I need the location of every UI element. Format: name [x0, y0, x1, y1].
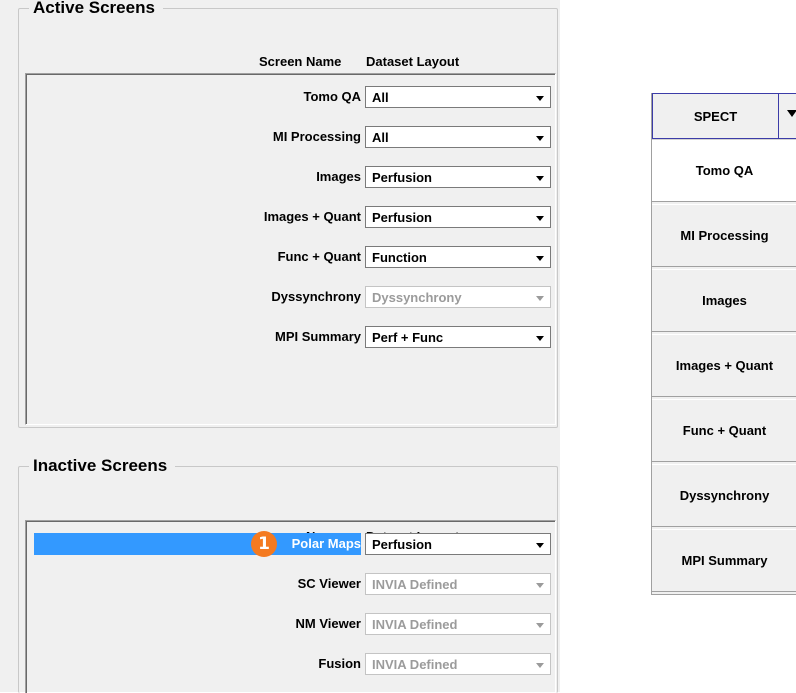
- dataset-layout-select[interactable]: Function: [365, 246, 551, 268]
- dataset-layout-value: All: [372, 90, 389, 105]
- screen-tabs-sidebar: SPECT Tomo QA MI Processing Images Images +…: [651, 93, 796, 595]
- tab-mpi-summary[interactable]: MPI Summary: [652, 529, 796, 592]
- inactive-screen-row[interactable]: Fusion INVIA Defined: [26, 651, 555, 677]
- dataset-layout-value: Dyssynchrony: [372, 290, 462, 305]
- modality-label: SPECT: [693, 108, 738, 124]
- chevron-down-icon[interactable]: [530, 207, 550, 227]
- dataset-layout-value: Perfusion: [372, 170, 432, 185]
- chevron-down-icon[interactable]: [530, 534, 550, 554]
- screen-config-panel: Active Screens Screen Name Dataset Layou…: [0, 0, 560, 693]
- active-screen-row[interactable]: Func + Quant Function: [26, 244, 555, 270]
- dataset-layout-select: INVIA Defined: [365, 613, 551, 635]
- screen-name-label: Func + Quant: [277, 249, 361, 264]
- screen-name-label: Tomo QA: [303, 89, 361, 104]
- chevron-down-icon[interactable]: [530, 247, 550, 267]
- dataset-layout-select: Dyssynchrony: [365, 286, 551, 308]
- chevron-down-icon: [530, 287, 550, 307]
- dataset-layout-value: Function: [372, 250, 427, 265]
- dataset-layout-value: INVIA Defined: [372, 617, 458, 632]
- active-screen-row[interactable]: MPI Summary Perf + Func: [26, 324, 555, 350]
- tab-mi-processing[interactable]: MI Processing: [652, 204, 796, 267]
- chevron-down-icon[interactable]: [787, 110, 796, 117]
- tab-dyssynchrony[interactable]: Dyssynchrony: [652, 464, 796, 527]
- modality-separator: [778, 94, 779, 138]
- chevron-down-icon[interactable]: [530, 127, 550, 147]
- dataset-layout-select[interactable]: Perfusion: [365, 166, 551, 188]
- screen-name-label: Images + Quant: [263, 209, 361, 224]
- dataset-layout-value: Perfusion: [372, 537, 432, 552]
- inactive-screen-row[interactable]: 1 Polar Maps Perfusion: [26, 531, 555, 557]
- dataset-layout-value: INVIA Defined: [372, 577, 458, 592]
- active-screen-row[interactable]: Tomo QA All: [26, 84, 555, 110]
- active-col-screen-name: Screen Name: [259, 54, 342, 69]
- dataset-layout-select[interactable]: All: [365, 126, 551, 148]
- screen-name-label: MI Processing: [272, 129, 361, 144]
- active-screen-row[interactable]: Images + Quant Perfusion: [26, 204, 555, 230]
- active-screens-title: Active Screens: [29, 0, 163, 19]
- active-screen-row[interactable]: Dyssynchrony Dyssynchrony: [26, 284, 555, 310]
- screen-name-label: MPI Summary: [275, 329, 361, 344]
- tab-images[interactable]: Images: [652, 269, 796, 332]
- dataset-layout-value: Perf + Func: [372, 330, 444, 345]
- inactive-screens-title: Inactive Screens: [29, 455, 176, 477]
- dataset-layout-select[interactable]: Perfusion: [365, 533, 551, 555]
- screen-name-label: Fusion: [318, 656, 361, 671]
- dataset-layout-select[interactable]: Perf + Func: [365, 326, 551, 348]
- active-screen-row[interactable]: Images Perfusion: [26, 164, 555, 190]
- screen-name-label: NM Viewer: [295, 616, 361, 631]
- dataset-layout-select: INVIA Defined: [365, 573, 551, 595]
- tab-func-quant[interactable]: Func + Quant: [652, 399, 796, 462]
- chevron-down-icon: [530, 654, 550, 674]
- dataset-layout-select[interactable]: All: [365, 86, 551, 108]
- inactive-screens-list: 1 Polar Maps Perfusion SC Viewer INVIA Defin…: [25, 520, 556, 693]
- inactive-screen-row[interactable]: SC Viewer INVIA Defined: [26, 571, 555, 597]
- screen-name-label: Polar Maps: [291, 536, 361, 551]
- dataset-layout-value: Perfusion: [372, 210, 432, 225]
- screen-name-label: SC Viewer: [297, 576, 361, 591]
- active-col-dataset-layout: Dataset Layout: [366, 54, 460, 69]
- step-badge: 1: [251, 531, 277, 557]
- tab-images-quant[interactable]: Images + Quant: [652, 334, 796, 397]
- modality-dropdown[interactable]: SPECT: [652, 93, 796, 139]
- chevron-down-icon[interactable]: [530, 167, 550, 187]
- dataset-layout-select[interactable]: Perfusion: [365, 206, 551, 228]
- dataset-layout-value: INVIA Defined: [372, 657, 458, 672]
- chevron-down-icon: [530, 614, 550, 634]
- chevron-down-icon[interactable]: [530, 87, 550, 107]
- dataset-layout-value: All: [372, 130, 389, 145]
- active-screens-list: Tomo QA All MI Processing All Images Perfusio…: [25, 73, 556, 425]
- dataset-layout-select: INVIA Defined: [365, 653, 551, 675]
- screen-name-label: Images: [316, 169, 361, 184]
- chevron-down-icon[interactable]: [530, 327, 550, 347]
- tab-tomo-qa[interactable]: Tomo QA: [652, 139, 796, 202]
- chevron-down-icon: [530, 574, 550, 594]
- inactive-screen-row[interactable]: NM Viewer INVIA Defined: [26, 611, 555, 637]
- screen-name-label: Dyssynchrony: [271, 289, 361, 304]
- active-screen-row[interactable]: MI Processing All: [26, 124, 555, 150]
